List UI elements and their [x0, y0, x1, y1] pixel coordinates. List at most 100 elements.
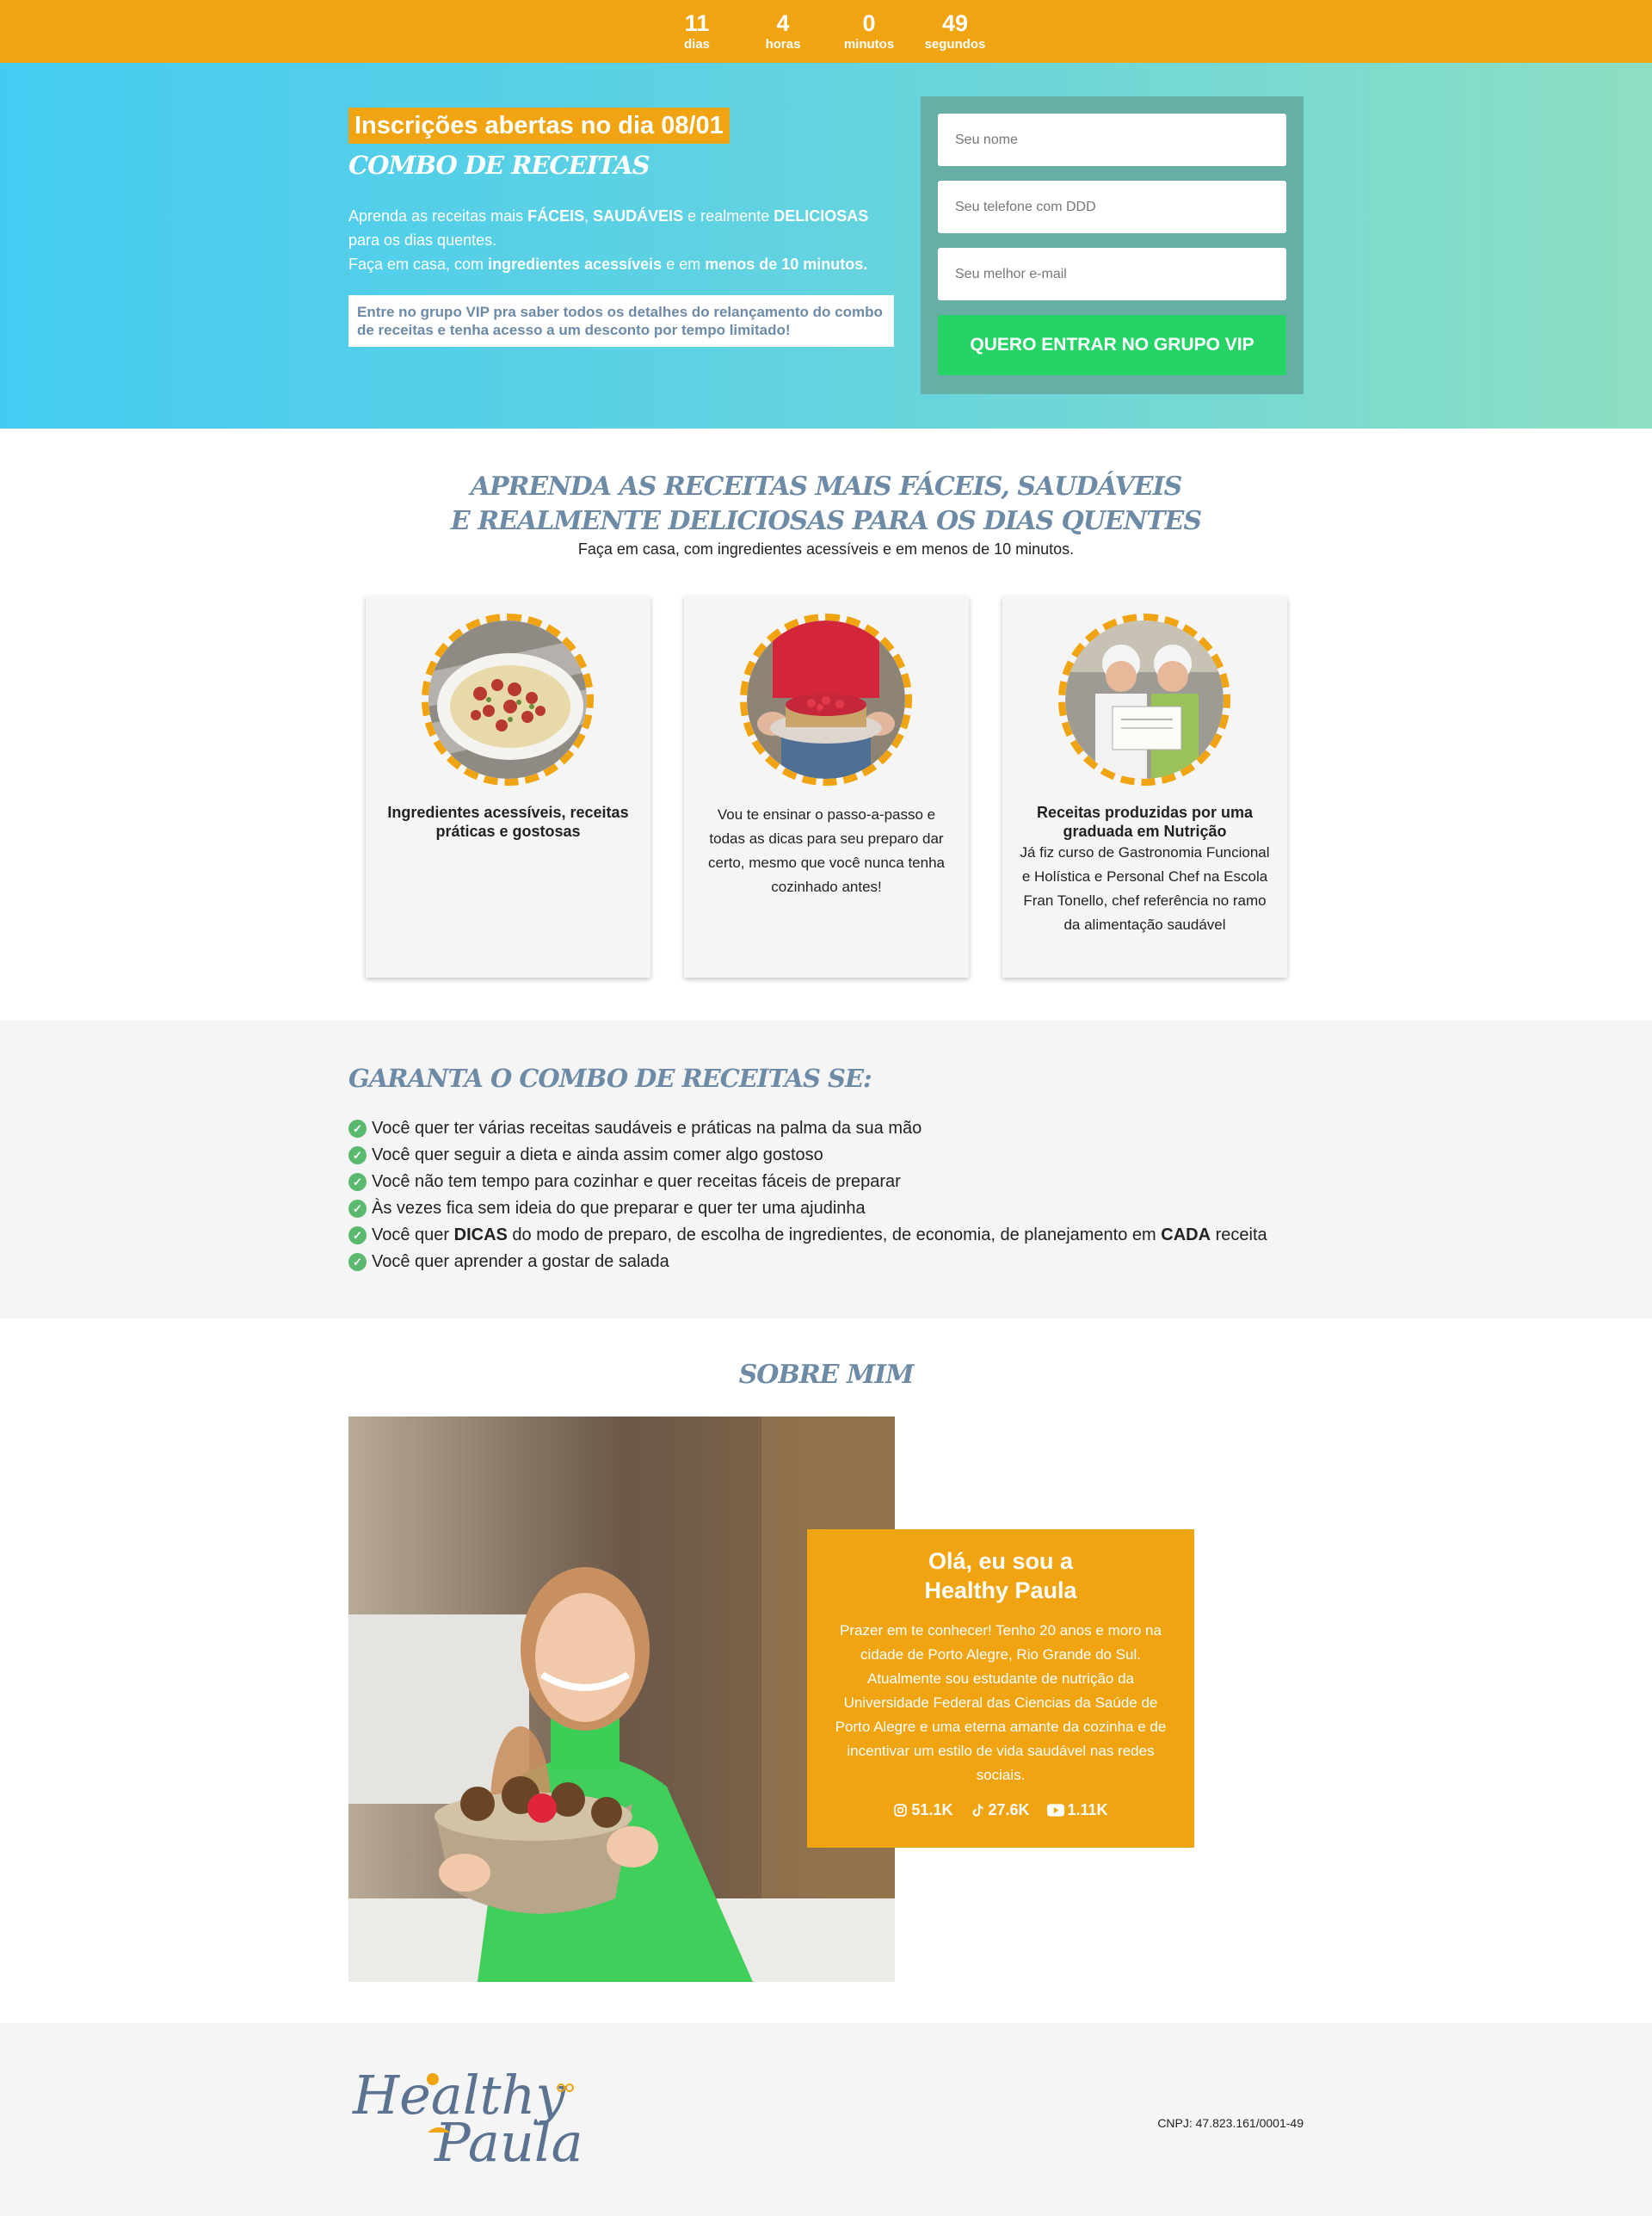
social-stats: 51.1K 27.6K 1.11K — [831, 1801, 1170, 1819]
countdown-seconds-value: 49 — [941, 9, 969, 36]
hero-description: Aprenda as receitas mais FÁCEIS, SAUDÁVE… — [348, 204, 899, 276]
feature-cards: Ingredientes acessíveis, receitas prátic… — [366, 596, 1287, 978]
hero-desc-text: , — [584, 207, 594, 225]
list-item: ✓ Você quer DICAS do modo de preparo, de … — [348, 1222, 1267, 1249]
learn-subtitle: Faça em casa, com ingredientes acessívei… — [577, 540, 1075, 558]
instagram-count: 51.1K — [911, 1801, 953, 1818]
list-item: ✓ Às vezes fica sem ideia do que preparar… — [348, 1195, 1267, 1222]
hero-desc-text: e realmente — [683, 207, 774, 225]
countdown-hours-label: horas — [765, 36, 801, 52]
countdown-minutes-label: minutos — [843, 36, 895, 52]
check-icon: ✓ — [348, 1120, 367, 1138]
countdown-hours: 4 horas — [740, 10, 826, 53]
cake-image — [747, 620, 905, 779]
countdown-seconds: 49 segundos — [912, 10, 998, 53]
check-icon: ✓ — [348, 1173, 367, 1191]
list-item: ✓ Você quer aprender a gostar de salada — [348, 1249, 1267, 1275]
check-icon: ✓ — [348, 1146, 367, 1164]
about-greeting-line2: Healthy Paula — [924, 1577, 1077, 1603]
check-icon: ✓ — [348, 1226, 367, 1244]
countdown-days-value: 11 — [684, 9, 710, 36]
hero-desc-text: Faça em casa, com — [348, 256, 489, 273]
logo-line2: Paula — [434, 2111, 583, 2174]
hero-desc-bold: SAUDÁVEIS — [593, 207, 684, 225]
instagram-stat[interactable]: 51.1K — [893, 1801, 952, 1819]
hero-content: Inscrições abertas no dia 08/01 COMBO DE… — [348, 63, 1304, 429]
countdown-minutes-value: 0 — [862, 9, 876, 36]
about-greeting-line1: Olá, eu sou a — [928, 1548, 1074, 1574]
hero-desc-bold: FÁCEIS — [527, 207, 585, 225]
card-title: Receitas produzidas por uma graduada em … — [1036, 804, 1254, 840]
list-item-bold: CADA — [1161, 1225, 1211, 1244]
list-item-text-part: Você quer — [372, 1225, 454, 1244]
footer: Healthy Paula CNPJ: 47.823.161/0001-49 — [0, 2023, 1652, 2216]
countdown-minutes: 0 minutos — [826, 10, 912, 53]
healthy-paula-logo: Healthy Paula — [352, 2064, 583, 2174]
learn-title: APRENDA AS RECEITAS MAIS FÁCEIS, SAUDÁVE… — [0, 470, 1652, 539]
card-title: Ingredientes acessíveis, receitas prátic… — [387, 804, 629, 840]
hero-desc-bold: ingredientes acessíveis — [488, 256, 663, 273]
hero-desc-bold: DELICIOSAS — [774, 207, 869, 225]
email-input[interactable] — [938, 248, 1286, 300]
about-bio: Prazer em te conhecer! Tenho 20 anos e m… — [835, 1622, 1167, 1783]
countdown-days: 11 dias — [654, 10, 740, 53]
signup-form: QUERO ENTRAR NO GRUPO VIP — [921, 96, 1304, 394]
enrollment-badge: Inscrições abertas no dia 08/01 — [348, 108, 730, 144]
hero-title: COMBO DE RECEITAS — [348, 151, 650, 180]
hero-desc-bold: menos de 10 minutos. — [705, 256, 868, 273]
list-item-text: Você quer seguir a dieta e ainda assim c… — [372, 1145, 823, 1164]
list-item-text: Às vezes fica sem ideia do que preparar … — [372, 1199, 866, 1218]
youtube-icon — [1046, 1804, 1064, 1817]
list-item-text: Você quer ter várias receitas saudáveis … — [372, 1119, 922, 1138]
guarantee-section: GARANTA O COMBO DE RECEITAS SE: ✓ Você qu… — [0, 1021, 1652, 1318]
graduation-photo — [1058, 614, 1230, 786]
guarantee-title: GARANTA O COMBO DE RECEITAS SE: — [348, 1064, 872, 1093]
list-item-text: Você quer aprender a gostar de salada — [372, 1252, 669, 1271]
countdown-bar: 11 dias 4 horas 0 minutos 49 segundos — [0, 0, 1652, 63]
youtube-stat[interactable]: 1.11K — [1046, 1801, 1108, 1819]
list-item: ✓ Você quer ter várias receitas saudáveis… — [348, 1115, 1267, 1142]
countdown-days-label: dias — [683, 36, 710, 52]
feature-card-nutrition: Receitas produzidas por uma graduada em … — [1002, 596, 1287, 978]
hero-section: Inscrições abertas no dia 08/01 COMBO DE… — [0, 63, 1652, 429]
name-input[interactable] — [938, 114, 1286, 166]
youtube-count: 1.11K — [1067, 1801, 1108, 1818]
phone-input[interactable] — [938, 181, 1286, 233]
list-item-text: Você não tem tempo para cozinhar e quer … — [372, 1172, 901, 1191]
list-item: ✓ Você não tem tempo para cozinhar e quer… — [348, 1169, 1267, 1195]
graduation-image — [1065, 620, 1224, 779]
cake-photo — [740, 614, 912, 786]
vip-group-note: Entre no grupo VIP pra saber todos os de… — [348, 295, 894, 347]
check-icon: ✓ — [348, 1200, 367, 1218]
hero-desc-text: e em — [662, 256, 706, 273]
list-item-bold: DICAS — [453, 1225, 508, 1244]
list-item-text-part: do modo de preparo, de escolha de ingred… — [507, 1225, 1162, 1244]
about-title: SOBRE MIM — [738, 1360, 915, 1390]
feature-card-ingredients: Ingredientes acessíveis, receitas prátic… — [366, 596, 650, 978]
countdown-hours-value: 4 — [776, 9, 790, 36]
join-vip-button[interactable]: QUERO ENTRAR NO GRUPO VIP — [938, 315, 1286, 375]
card-text: Vou te ensinar o passo-a-passo e todas a… — [708, 806, 945, 895]
benefits-list: ✓ Você quer ter várias receitas saudáveis… — [348, 1115, 1267, 1275]
list-item-text: Você quer DICAS do modo de preparo, de e… — [372, 1222, 1267, 1249]
learn-title-line1: APRENDA AS RECEITAS MAIS FÁCEIS, SAUDÁVE… — [470, 472, 1183, 502]
list-item-text-part: receita — [1211, 1225, 1267, 1244]
check-icon: ✓ — [348, 1253, 367, 1271]
tiktok-count: 27.6K — [988, 1801, 1030, 1818]
cnpj-text: CNPJ: 47.823.161/0001-49 — [1157, 2116, 1304, 2130]
hero-desc-text: Aprenda as receitas mais — [348, 207, 528, 225]
ratatouille-photo — [422, 614, 594, 786]
countdown-seconds-label: segundos — [924, 36, 986, 52]
about-card: Olá, eu sou a Healthy Paula Prazer em te… — [807, 1529, 1194, 1848]
tiktok-icon — [973, 1804, 984, 1817]
list-item: ✓ Você quer seguir a dieta e ainda assim … — [348, 1142, 1267, 1169]
learn-title-line2: E REALMENTE DELICIOSAS PARA OS DIAS QUEN… — [450, 506, 1202, 536]
ratatouille-image — [428, 620, 587, 779]
card-text: Já fiz curso de Gastronomia Funcional e … — [1020, 844, 1270, 933]
learn-section: APRENDA AS RECEITAS MAIS FÁCEIS, SAUDÁVE… — [0, 429, 1652, 1021]
instagram-icon — [894, 1804, 908, 1817]
hero-desc-text: para os dias quentes. — [348, 231, 497, 249]
about-section: SOBRE MIM Olá, eu sou a Healthy Paula Pr… — [0, 1318, 1652, 2023]
about-greeting: Olá, eu sou a Healthy Paula — [831, 1546, 1170, 1605]
tiktok-stat[interactable]: 27.6K — [970, 1801, 1030, 1819]
